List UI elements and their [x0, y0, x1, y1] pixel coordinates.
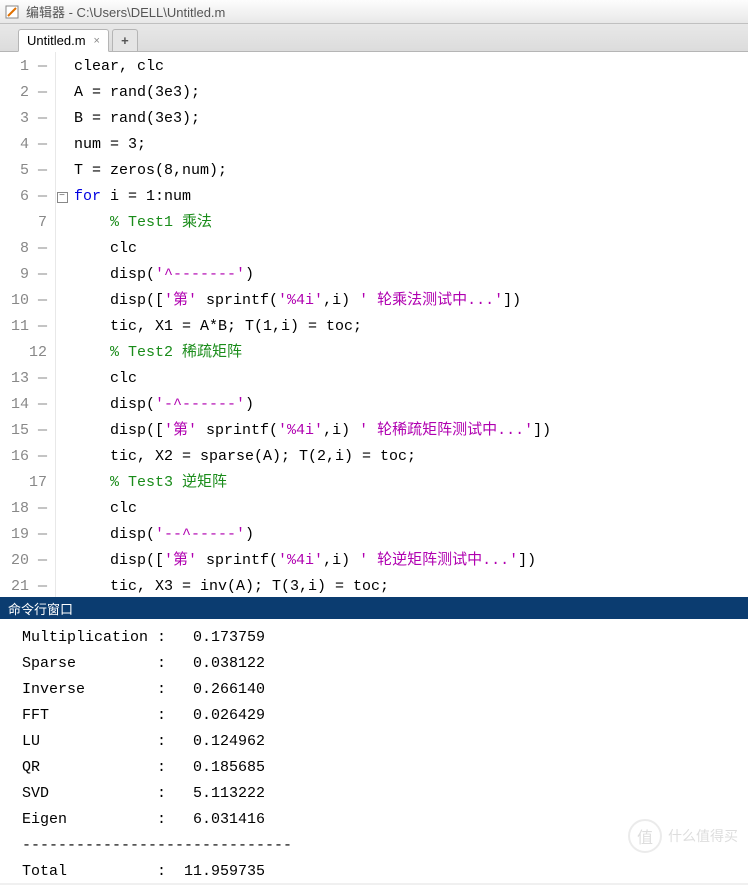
fold-guide — [56, 80, 68, 106]
console-line: Inverse : 0.266140 — [22, 677, 748, 703]
line-number: 5 — — [0, 158, 53, 184]
fold-guide — [56, 496, 68, 522]
fold-column[interactable] — [56, 52, 68, 597]
code-line[interactable]: tic, X1 = A*B; T(1,i) = toc; — [74, 314, 551, 340]
code-line[interactable]: clear, clc — [74, 54, 551, 80]
fold-guide — [56, 314, 68, 340]
code-line[interactable]: disp('-^------') — [74, 392, 551, 418]
app-icon — [4, 4, 20, 20]
fold-guide — [56, 392, 68, 418]
fold-guide — [56, 548, 68, 574]
fold-guide — [56, 236, 68, 262]
line-number: 12 — [0, 340, 53, 366]
code-editor[interactable]: 1 —2 —3 —4 —5 —6 —78 —9 —10 —11 —1213 —1… — [0, 52, 748, 597]
fold-guide — [56, 132, 68, 158]
line-gutter: 1 —2 —3 —4 —5 —6 —78 —9 —10 —11 —1213 —1… — [0, 52, 56, 597]
code-line[interactable]: disp(['第' sprintf('%4i',i) ' 轮逆矩阵测试中...'… — [74, 548, 551, 574]
line-number: 13 — — [0, 366, 53, 392]
code-line[interactable]: % Test3 逆矩阵 — [74, 470, 551, 496]
code-line[interactable]: % Test1 乘法 — [74, 210, 551, 236]
line-number: 20 — — [0, 548, 53, 574]
line-number: 17 — [0, 470, 53, 496]
line-number: 21 — — [0, 574, 53, 597]
code-line[interactable]: tic, X3 = inv(A); T(3,i) = toc; — [74, 574, 551, 597]
code-line[interactable]: disp('^-------') — [74, 262, 551, 288]
console-title: 命令行窗口 — [8, 599, 73, 618]
line-number: 19 — — [0, 522, 53, 548]
fold-guide — [56, 262, 68, 288]
code-line[interactable]: clc — [74, 496, 551, 522]
fold-guide — [56, 366, 68, 392]
code-line[interactable]: for i = 1:num — [74, 184, 551, 210]
line-number: 15 — — [0, 418, 53, 444]
code-line[interactable]: disp(['第' sprintf('%4i',i) ' 轮稀疏矩阵测试中...… — [74, 418, 551, 444]
line-number: 11 — — [0, 314, 53, 340]
code-line[interactable]: disp('--^-----') — [74, 522, 551, 548]
watermark-icon: 值 — [628, 819, 662, 853]
line-number: 14 — — [0, 392, 53, 418]
fold-guide — [56, 444, 68, 470]
code-line[interactable]: disp(['第' sprintf('%4i',i) ' 轮乘法测试中...']… — [74, 288, 551, 314]
code-line[interactable]: tic, X2 = sparse(A); T(2,i) = toc; — [74, 444, 551, 470]
line-number: 1 — — [0, 54, 53, 80]
fold-guide — [56, 418, 68, 444]
code-line[interactable]: A = rand(3e3); — [74, 80, 551, 106]
line-number: 18 — — [0, 496, 53, 522]
line-number: 10 — — [0, 288, 53, 314]
code-line[interactable]: num = 3; — [74, 132, 551, 158]
fold-guide — [56, 106, 68, 132]
fold-guide — [56, 288, 68, 314]
fold-guide — [56, 210, 68, 236]
console-header: 命令行窗口 — [0, 597, 748, 619]
fold-guide — [56, 340, 68, 366]
console-line: SVD : 5.113222 — [22, 781, 748, 807]
code-area[interactable]: clear, clcA = rand(3e3);B = rand(3e3);nu… — [68, 52, 551, 597]
console-line: QR : 0.185685 — [22, 755, 748, 781]
code-line[interactable]: B = rand(3e3); — [74, 106, 551, 132]
tab-label: Untitled.m — [27, 33, 86, 48]
code-line[interactable]: % Test2 稀疏矩阵 — [74, 340, 551, 366]
line-number: 7 — [0, 210, 53, 236]
console-line: Sparse : 0.038122 — [22, 651, 748, 677]
console-line: Total : 11.959735 — [22, 859, 748, 885]
line-number: 9 — — [0, 262, 53, 288]
line-number: 3 — — [0, 106, 53, 132]
fold-guide — [56, 54, 68, 80]
console-line: FFT : 0.026429 — [22, 703, 748, 729]
fold-toggle-icon[interactable] — [56, 184, 68, 210]
window-titlebar: 编辑器 - C:\Users\DELL\Untitled.m — [0, 0, 748, 24]
code-line[interactable]: clc — [74, 366, 551, 392]
tab-bar: Untitled.m × + — [0, 24, 748, 52]
fold-guide — [56, 574, 68, 597]
new-tab-button[interactable]: + — [112, 29, 138, 51]
line-number: 8 — — [0, 236, 53, 262]
close-icon[interactable]: × — [94, 35, 100, 47]
tab-file[interactable]: Untitled.m × — [18, 29, 109, 52]
line-number: 4 — — [0, 132, 53, 158]
plus-icon: + — [121, 33, 129, 48]
fold-guide — [56, 522, 68, 548]
fold-guide — [56, 470, 68, 496]
watermark-text: 什么值得买 — [668, 826, 738, 846]
console-line: LU : 0.124962 — [22, 729, 748, 755]
fold-guide — [56, 158, 68, 184]
window-title: 编辑器 - C:\Users\DELL\Untitled.m — [26, 2, 225, 21]
code-line[interactable]: clc — [74, 236, 551, 262]
console-line: Multiplication : 0.173759 — [22, 625, 748, 651]
watermark: 值 什么值得买 — [628, 819, 738, 853]
line-number: 16 — — [0, 444, 53, 470]
code-line[interactable]: T = zeros(8,num); — [74, 158, 551, 184]
line-number: 2 — — [0, 80, 53, 106]
line-number: 6 — — [0, 184, 53, 210]
